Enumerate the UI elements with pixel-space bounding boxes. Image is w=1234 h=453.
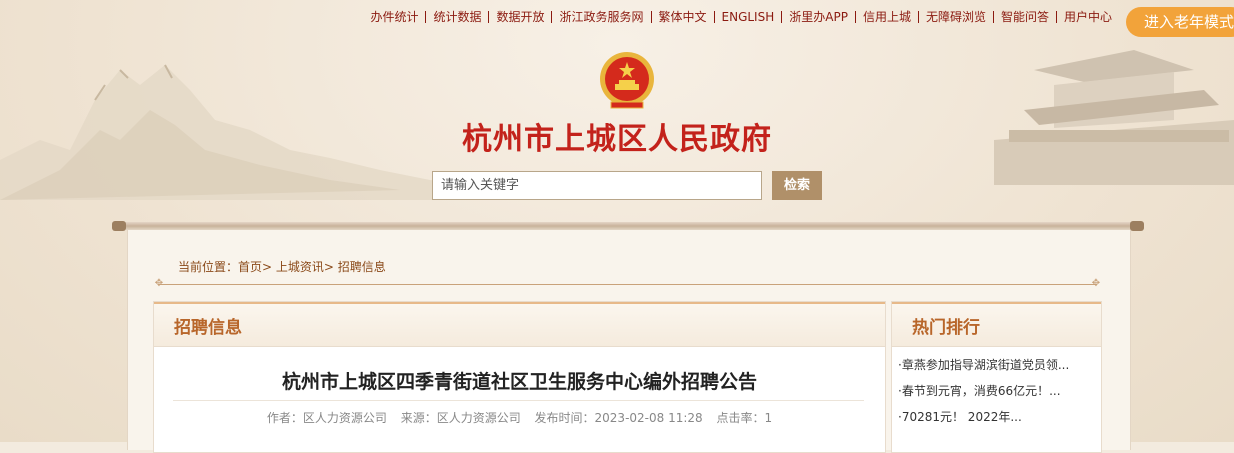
scroll-rod-decoration	[112, 221, 1144, 231]
article-card-header	[154, 302, 885, 347]
link-zhejiang-gov-service[interactable]: 浙江政务服务网	[551, 11, 650, 23]
article-card: 招聘信息 杭州市上城区四季青街道社区卫生服务中心编外招聘公告 作者：区人力资源公…	[153, 301, 886, 453]
link-service-stats[interactable]: 办件统计	[363, 11, 425, 23]
meta-clicks: 点击率：1	[716, 411, 773, 425]
breadcrumb-home[interactable]: 首页	[238, 260, 262, 274]
breadcrumb-separator: >	[323, 260, 338, 274]
breadcrumb-prefix: 当前位置：	[178, 260, 239, 274]
link-zheliban-app[interactable]: 浙里办APP	[781, 11, 855, 23]
meta-published: 发布时间：2023-02-08 11:28	[534, 411, 703, 425]
search-placeholder-text: 请输入关键字	[441, 178, 520, 193]
breadcrumb-current[interactable]: 招聘信息	[338, 260, 386, 274]
hot-ranking-card: 热门排行 ·章燕参加指导湖滨街道党员领... ·春节到元宵，消费66亿元！...…	[891, 301, 1102, 453]
meta-source: 来源：区人力资源公司	[400, 411, 521, 425]
site-title: 杭州市上城区人民政府	[462, 123, 772, 156]
section-heading: 招聘信息	[174, 318, 242, 338]
meta-author: 作者：区人力资源公司	[266, 411, 387, 425]
breadcrumb: 当前位置：首页> 上城资讯> 招聘信息	[178, 258, 386, 275]
hot-ranking-list: ·章燕参加指导湖滨街道党员领... ·春节到元宵，消费66亿元！... ·702…	[898, 358, 1096, 436]
list-item[interactable]: ·春节到元宵，消费66亿元！...	[898, 384, 1096, 410]
link-statistics[interactable]: 统计数据	[425, 11, 488, 23]
top-links-bar: 办件统计 统计数据 数据开放 浙江政务服务网 繁体中文 ENGLISH 浙里办A…	[363, 11, 1119, 23]
article-title: 杭州市上城区四季青街道社区卫生服务中心编外招聘公告	[281, 371, 757, 393]
breadcrumb-section[interactable]: 上城资讯	[276, 260, 324, 274]
link-user-center[interactable]: 用户中心	[1055, 11, 1119, 23]
link-english[interactable]: ENGLISH	[713, 11, 782, 23]
breadcrumb-separator: >	[262, 260, 276, 274]
breadcrumb-divider	[160, 284, 1096, 285]
divider-ornament: ✥	[1091, 278, 1101, 289]
article-meta: 作者：区人力资源公司 来源：区人力资源公司 发布时间：2023-02-08 11…	[154, 409, 885, 426]
search-input[interactable]: 请输入关键字	[432, 171, 762, 200]
national-emblem-icon	[600, 52, 654, 109]
link-accessibility[interactable]: 无障碍浏览	[917, 11, 993, 23]
elder-mode-button[interactable]: 进入老年模式	[1126, 7, 1234, 37]
hot-ranking-heading: 热门排行	[912, 318, 980, 338]
list-item[interactable]: ·70281元！ 2022年...	[898, 410, 1096, 436]
link-credit[interactable]: 信用上城	[854, 11, 918, 23]
list-item[interactable]: ·章燕参加指导湖滨街道党员领...	[898, 358, 1096, 384]
link-smart-qa[interactable]: 智能问答	[992, 11, 1056, 23]
link-traditional-chinese[interactable]: 繁体中文	[650, 11, 714, 23]
link-open-data[interactable]: 数据开放	[488, 11, 551, 23]
meta-divider	[173, 400, 864, 401]
search-button[interactable]: 检索	[772, 171, 822, 200]
